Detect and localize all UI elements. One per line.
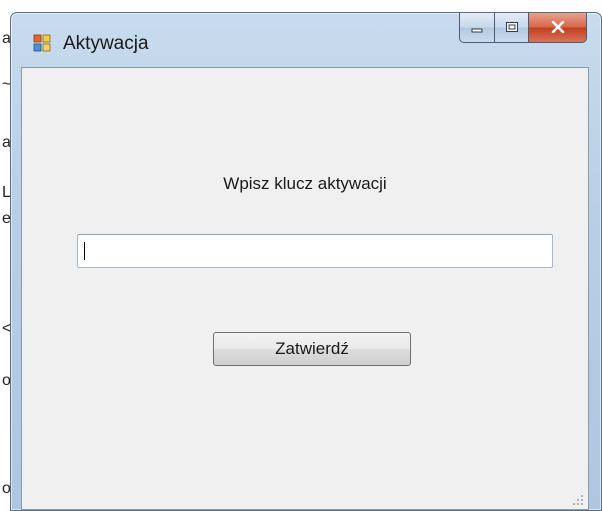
activation-prompt-label: Wpisz klucz aktywacji — [223, 174, 387, 193]
maximize-icon — [505, 18, 519, 37]
title-bar[interactable]: Aktywacja — [11, 13, 601, 67]
maximize-button[interactable] — [495, 13, 529, 43]
close-button[interactable] — [529, 13, 587, 43]
text-caret — [84, 242, 85, 260]
minimize-button[interactable] — [459, 13, 495, 43]
winforms-app-icon — [33, 34, 51, 52]
dialog-client-area: Wpisz klucz aktywacji Zatwierdź — [21, 67, 589, 510]
resize-grip-icon[interactable] — [572, 493, 584, 505]
activation-key-input[interactable] — [77, 234, 553, 268]
close-icon — [551, 18, 565, 37]
caption-buttons — [459, 13, 587, 43]
submit-button[interactable]: Zatwierdź — [213, 332, 411, 366]
window-title: Aktywacja — [63, 33, 149, 54]
minimize-icon — [470, 18, 484, 37]
activation-dialog: Aktywacja Wpisz klucz aktywacji Zatwierd… — [10, 12, 602, 511]
